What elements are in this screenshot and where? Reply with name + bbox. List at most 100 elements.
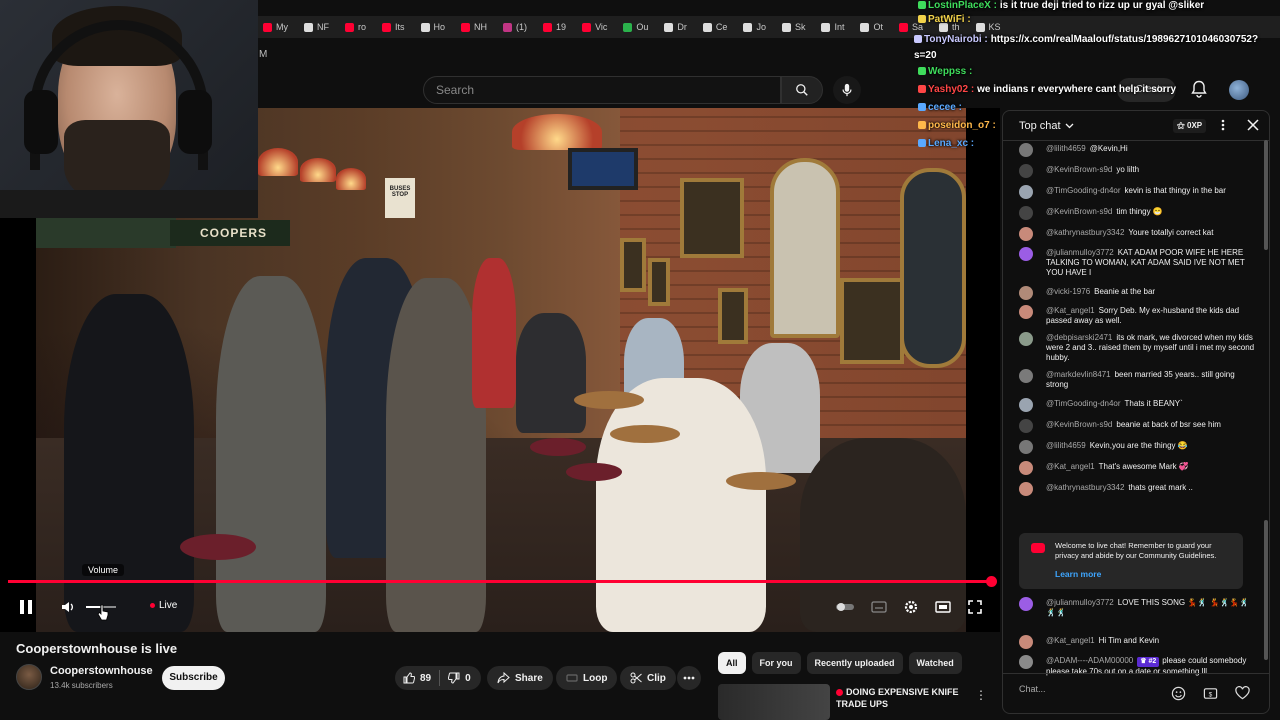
browser-tab[interactable]: ro [337, 16, 374, 38]
progress-bar[interactable] [8, 576, 998, 587]
super-chat-icon[interactable]: $ [1203, 686, 1218, 701]
settings-button[interactable] [902, 598, 920, 616]
chat-author-avatar[interactable] [1019, 482, 1033, 496]
stream-chat-user: poseidon_o7 : [928, 120, 996, 131]
chat-mode-dropdown[interactable]: Top chat [1019, 120, 1074, 132]
chat-author-name[interactable]: @julianmulloy3772 [1046, 598, 1114, 607]
stream-chat-user: cecee : [928, 102, 962, 113]
chat-author-name[interactable]: @julianmulloy3772 [1046, 248, 1114, 257]
channel-name[interactable]: Cooperstownhouse [50, 665, 153, 677]
chat-author-name[interactable]: @ADAM----ADAM00000 [1046, 656, 1133, 665]
share-button[interactable]: Share [487, 666, 553, 690]
close-icon[interactable] [1247, 119, 1259, 131]
filter-chip[interactable]: Recently uploaded [806, 652, 903, 674]
chat-author-avatar[interactable] [1019, 461, 1033, 475]
browser-tab[interactable]: Sk [774, 16, 814, 38]
search-input[interactable]: Search [423, 76, 781, 104]
dislike-button[interactable]: 0 [440, 666, 479, 690]
chat-author-avatar[interactable] [1019, 440, 1033, 454]
live-indicator[interactable]: Live [150, 600, 177, 611]
chat-author-name[interactable]: @KevinBrown-s9d [1046, 420, 1112, 429]
chat-author-avatar[interactable] [1019, 635, 1033, 649]
pause-icon [20, 600, 32, 614]
filter-chip[interactable]: Watched [908, 652, 962, 674]
fullscreen-button[interactable] [966, 598, 984, 616]
browser-tab[interactable]: Ot [852, 16, 891, 38]
chat-author-name[interactable]: @markdevlin8471 [1046, 370, 1111, 379]
more-vertical-icon[interactable]: ⋮ [975, 688, 987, 702]
chat-author-avatar[interactable] [1019, 369, 1033, 383]
recommended-video-thumbnail[interactable] [718, 684, 830, 720]
recommended-video-title[interactable]: DOING EXPENSIVE KNIFE TRADE UPS [836, 686, 966, 710]
clip-button[interactable]: Clip [620, 666, 676, 690]
progress-scrubber[interactable] [986, 576, 998, 587]
chat-author-avatar[interactable] [1019, 185, 1033, 199]
like-button[interactable]: 89 [395, 666, 439, 690]
chat-author-name[interactable]: @Kat_angel1 [1046, 462, 1095, 471]
chat-input[interactable]: Chat... [1019, 684, 1159, 694]
filter-chip[interactable]: For you [751, 652, 801, 674]
loop-button[interactable]: Loop [556, 666, 618, 690]
mute-button[interactable] [58, 597, 78, 617]
browser-tab[interactable]: Its [374, 16, 413, 38]
chat-author-name[interactable]: @kathrynastbury3342 [1046, 228, 1124, 237]
browser-tab[interactable]: 19 [535, 16, 574, 38]
browser-tab[interactable]: Ou [615, 16, 656, 38]
filter-chip[interactable]: All [718, 652, 746, 674]
chat-author-avatar[interactable] [1019, 164, 1033, 178]
browser-tab[interactable]: NF [296, 16, 337, 38]
chat-author-avatar[interactable] [1019, 247, 1033, 261]
tab-label: My [276, 22, 288, 32]
browser-tab[interactable]: (1) [495, 16, 535, 38]
browser-tab[interactable]: Jo [735, 16, 774, 38]
chat-author-avatar[interactable] [1019, 398, 1033, 412]
chat-author-name[interactable]: @KevinBrown-s9d [1046, 165, 1112, 174]
chat-author-avatar[interactable] [1019, 655, 1033, 669]
wall-picture [620, 238, 646, 292]
chat-author-name[interactable]: @Kat_angel1 [1046, 636, 1095, 645]
chat-author-name[interactable]: @KevinBrown-s9d [1046, 207, 1112, 216]
chat-author-name[interactable]: @vicki-1976 [1046, 287, 1090, 296]
more-actions-button[interactable] [677, 666, 701, 690]
subscribe-button[interactable]: Subscribe [162, 666, 225, 690]
channel-avatar[interactable] [16, 664, 42, 690]
browser-tab[interactable]: Vic [574, 16, 615, 38]
browser-tab[interactable]: Ce [695, 16, 736, 38]
chat-message-body: @vicki-1976 Beanie at the bar [1046, 287, 1256, 297]
chat-author-avatar[interactable] [1019, 305, 1033, 319]
chat-author-avatar[interactable] [1019, 597, 1033, 611]
chat-author-avatar[interactable] [1019, 332, 1033, 346]
chat-author-avatar[interactable] [1019, 286, 1033, 300]
streamer-webcam [0, 0, 258, 218]
chat-author-name[interactable]: @debpisarski2471 [1046, 333, 1112, 342]
browser-tab[interactable]: Dr [656, 16, 695, 38]
emoji-icon[interactable] [1171, 686, 1186, 701]
chat-message-body: @lilith4659 Kevin,you are the thingy 😂 [1046, 441, 1256, 451]
autoplay-toggle[interactable] [836, 600, 854, 614]
chat-author-name[interactable]: @lilith4659 [1046, 441, 1086, 450]
chat-author-name[interactable]: @TimGooding-dn4or [1046, 186, 1121, 195]
pause-button[interactable] [16, 597, 36, 617]
xp-badge[interactable]: ⚝ 0XP [1173, 119, 1207, 133]
chat-author-avatar[interactable] [1019, 206, 1033, 220]
page-scrollbar[interactable] [1264, 520, 1268, 660]
chat-author-name[interactable]: @lilith4659 [1046, 144, 1086, 153]
chat-scrollbar[interactable] [1264, 140, 1268, 250]
more-vertical-icon[interactable] [1221, 119, 1225, 131]
search-button[interactable] [781, 76, 823, 104]
browser-tab[interactable]: Int [813, 16, 852, 38]
chat-author-name[interactable]: @TimGooding-dn4or [1046, 399, 1121, 408]
browser-tab[interactable]: My [255, 16, 296, 38]
learn-more-link[interactable]: Learn more [1055, 569, 1101, 579]
browser-tab[interactable]: NH [453, 16, 495, 38]
theater-mode-button[interactable] [934, 598, 952, 616]
chat-author-avatar[interactable] [1019, 227, 1033, 241]
chat-author-avatar[interactable] [1019, 143, 1033, 157]
chat-author-avatar[interactable] [1019, 419, 1033, 433]
heart-icon[interactable] [1235, 686, 1250, 700]
chat-author-name[interactable]: @Kat_angel1 [1046, 306, 1095, 315]
subtitles-button[interactable] [870, 599, 888, 615]
chat-author-name[interactable]: @kathrynastbury3342 [1046, 483, 1124, 492]
voice-search-button[interactable] [833, 76, 861, 104]
browser-tab[interactable]: Ho [413, 16, 454, 38]
